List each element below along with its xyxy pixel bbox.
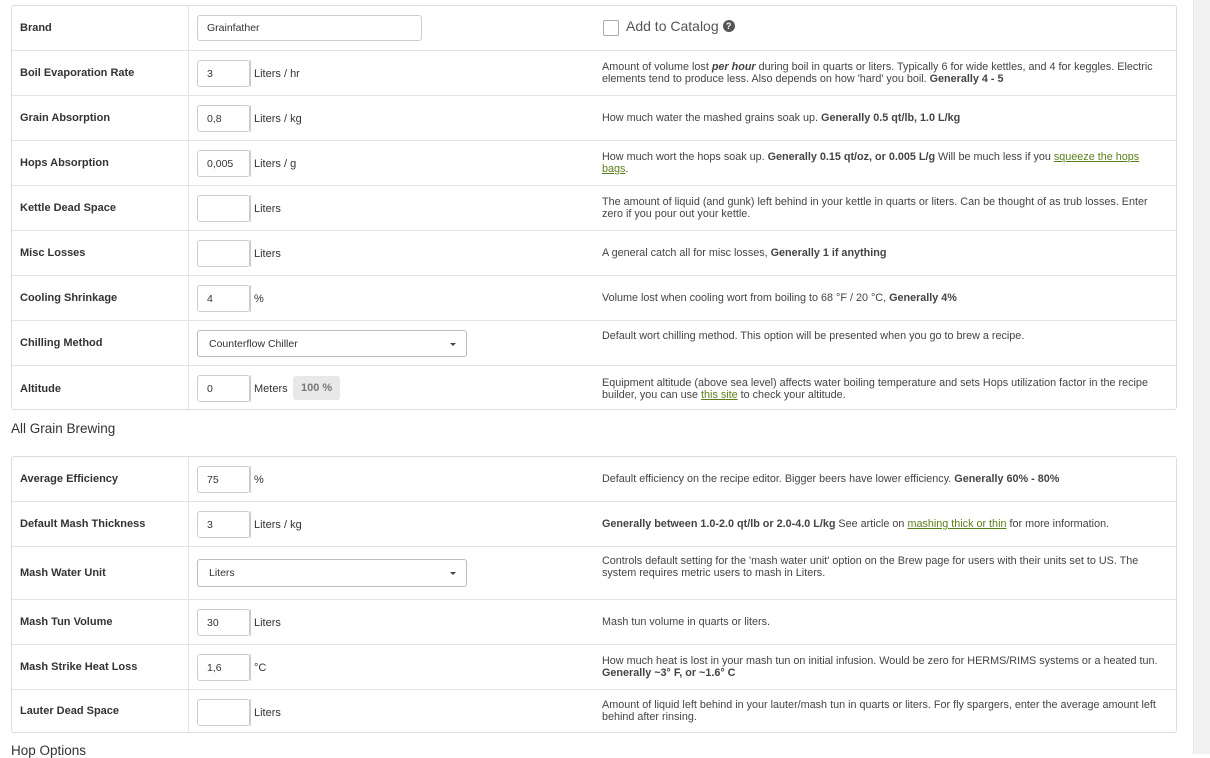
mash-water-unit-select[interactable]: Liters [197, 559, 467, 587]
chevron-down-icon [450, 572, 456, 575]
hops-absorption-label: Hops Absorption [20, 157, 109, 169]
hops-absorption-input[interactable]: 0,005 [197, 150, 250, 177]
mash-strike-heat-loss-input[interactable]: 1,6 [197, 654, 250, 681]
mash-thickness-input[interactable]: 3 [197, 511, 250, 538]
lauter-dead-space-input[interactable] [197, 699, 250, 726]
lauter-dead-space-unit: Liters [250, 699, 281, 726]
chilling-method-label: Chilling Method [20, 337, 103, 349]
misc-losses-label: Misc Losses [20, 247, 86, 259]
lauter-dead-space-row: Lauter Dead Space Liters Amount of liqui… [12, 689, 1176, 732]
lauter-dead-space-label: Lauter Dead Space [20, 705, 120, 717]
chilling-method-select[interactable]: Counterflow Chiller [197, 330, 467, 357]
cooling-shrinkage-input[interactable]: 4 [197, 285, 250, 312]
equipment-panel: Brand Grainfather Add to Catalog ? Boil … [11, 5, 1177, 411]
average-efficiency-row: Average Efficiency 75 % Default efficien… [12, 457, 1176, 501]
grain-absorption-unit: Liters / kg [250, 105, 302, 132]
mash-thickness-unit: Liters / kg [250, 511, 302, 538]
mash-water-unit-description: Controls default setting for the 'mash w… [602, 555, 1139, 579]
boil-evaporation-label: Boil Evaporation Rate [20, 67, 135, 79]
average-efficiency-input[interactable]: 75 [197, 466, 250, 493]
mash-tun-volume-label: Mash Tun Volume [20, 616, 113, 628]
boil-evaporation-unit: Liters / hr [250, 60, 300, 87]
cooling-shrinkage-description: Volume lost when cooling wort from boili… [602, 292, 957, 304]
grain-absorption-row: Grain Absorption 0,8 Liters / kg How muc… [12, 95, 1176, 140]
mash-strike-heat-loss-unit: °C [250, 654, 266, 681]
hops-absorption-description: How much wort the hops soak up. Generall… [602, 151, 1140, 175]
brand-row: Brand Grainfather Add to Catalog ? [12, 6, 1176, 50]
average-efficiency-description: Default efficiency on the recipe editor.… [602, 473, 1060, 485]
altitude-row: Altitude 0 Meters 100 % Equipment altitu… [12, 365, 1176, 411]
grain-absorption-description: How much water the mashed grains soak up… [602, 112, 961, 124]
kettle-dead-space-input[interactable] [197, 195, 250, 222]
altitude-input[interactable]: 0 [197, 375, 250, 402]
average-efficiency-unit: % [250, 466, 264, 493]
cooling-shrinkage-row: Cooling Shrinkage 4 % Volume lost when c… [12, 275, 1176, 320]
chilling-method-row: Chilling Method Counterflow Chiller Defa… [12, 320, 1176, 365]
hops-absorption-unit: Liters / g [250, 150, 296, 177]
misc-losses-description: A general catch all for misc losses, Gen… [602, 247, 887, 259]
average-efficiency-label: Average Efficiency [20, 473, 119, 485]
grain-absorption-label: Grain Absorption [20, 112, 111, 124]
mash-water-unit-value: Liters [209, 567, 235, 579]
all-grain-section-title: All Grain Brewing [11, 421, 116, 436]
kettle-dead-space-description: The amount of liquid (and gunk) left beh… [602, 196, 1148, 220]
all-grain-panel: Average Efficiency 75 % Default efficien… [11, 456, 1177, 733]
add-to-catalog-checkbox[interactable] [603, 20, 619, 36]
boil-evaporation-input[interactable]: 3 [197, 60, 250, 87]
mashing-thick-or-thin-link[interactable]: mashing thick or thin [907, 518, 1006, 530]
kettle-dead-space-label: Kettle Dead Space [20, 202, 116, 214]
mash-thickness-row: Default Mash Thickness 3 Liters / kg Gen… [12, 501, 1176, 546]
add-to-catalog-label: Add to Catalog [626, 18, 719, 34]
mash-strike-heat-loss-description: How much heat is lost in your mash tun o… [602, 655, 1158, 679]
hop-options-section-title: Hop Options [11, 743, 87, 758]
mash-water-unit-label: Mash Water Unit [20, 567, 106, 579]
chilling-method-description: Default wort chilling method. This optio… [602, 330, 1025, 342]
page-scrollbar[interactable] [1193, 0, 1210, 754]
mash-strike-heat-loss-label: Mash Strike Heat Loss [20, 661, 138, 673]
misc-losses-input[interactable] [197, 240, 250, 267]
mash-tun-volume-row: Mash Tun Volume 30 Liters Mash tun volum… [12, 599, 1176, 644]
mash-thickness-label: Default Mash Thickness [20, 518, 146, 530]
cooling-shrinkage-label: Cooling Shrinkage [20, 292, 118, 304]
this-site-link[interactable]: this site [701, 389, 738, 401]
misc-losses-unit: Liters [250, 240, 281, 267]
mash-tun-volume-description: Mash tun volume in quarts or liters. [602, 616, 771, 628]
altitude-description: Equipment altitude (above sea level) aff… [602, 376, 1148, 401]
hops-utilization-badge: 100 % [293, 376, 341, 400]
brand-input[interactable]: Grainfather [197, 15, 422, 41]
altitude-label: Altitude [20, 382, 61, 395]
mash-strike-heat-loss-row: Mash Strike Heat Loss 1,6 °C How much he… [12, 644, 1176, 689]
boil-evaporation-row: Boil Evaporation Rate 3 Liters / hr Amou… [12, 50, 1176, 95]
add-to-catalog: Add to Catalog ? [626, 18, 735, 34]
hops-absorption-row: Hops Absorption 0,005 Liters / g How muc… [12, 140, 1176, 185]
altitude-unit: Meters [250, 375, 288, 402]
question-circle-icon[interactable]: ? [722, 20, 735, 32]
mash-tun-volume-unit: Liters [250, 609, 281, 636]
mash-tun-volume-input[interactable]: 30 [197, 609, 250, 636]
chevron-down-icon [450, 343, 456, 346]
cooling-shrinkage-unit: % [250, 285, 264, 312]
mash-water-unit-row: Mash Water Unit Liters Controls default … [12, 546, 1176, 599]
mash-thickness-description: Generally between 1.0-2.0 qt/lb or 2.0-4… [602, 518, 1110, 530]
kettle-dead-space-row: Kettle Dead Space Liters The amount of l… [12, 185, 1176, 230]
chilling-method-value: Counterflow Chiller [209, 337, 298, 350]
boil-evaporation-description: Amount of volume lost per hour during bo… [602, 61, 1153, 85]
lauter-dead-space-description: Amount of liquid left behind in your lau… [602, 699, 1156, 723]
grain-absorption-input[interactable]: 0,8 [197, 105, 250, 132]
kettle-dead-space-unit: Liters [250, 195, 281, 222]
misc-losses-row: Misc Losses Liters A general catch all f… [12, 230, 1176, 275]
brand-label: Brand [20, 22, 52, 34]
